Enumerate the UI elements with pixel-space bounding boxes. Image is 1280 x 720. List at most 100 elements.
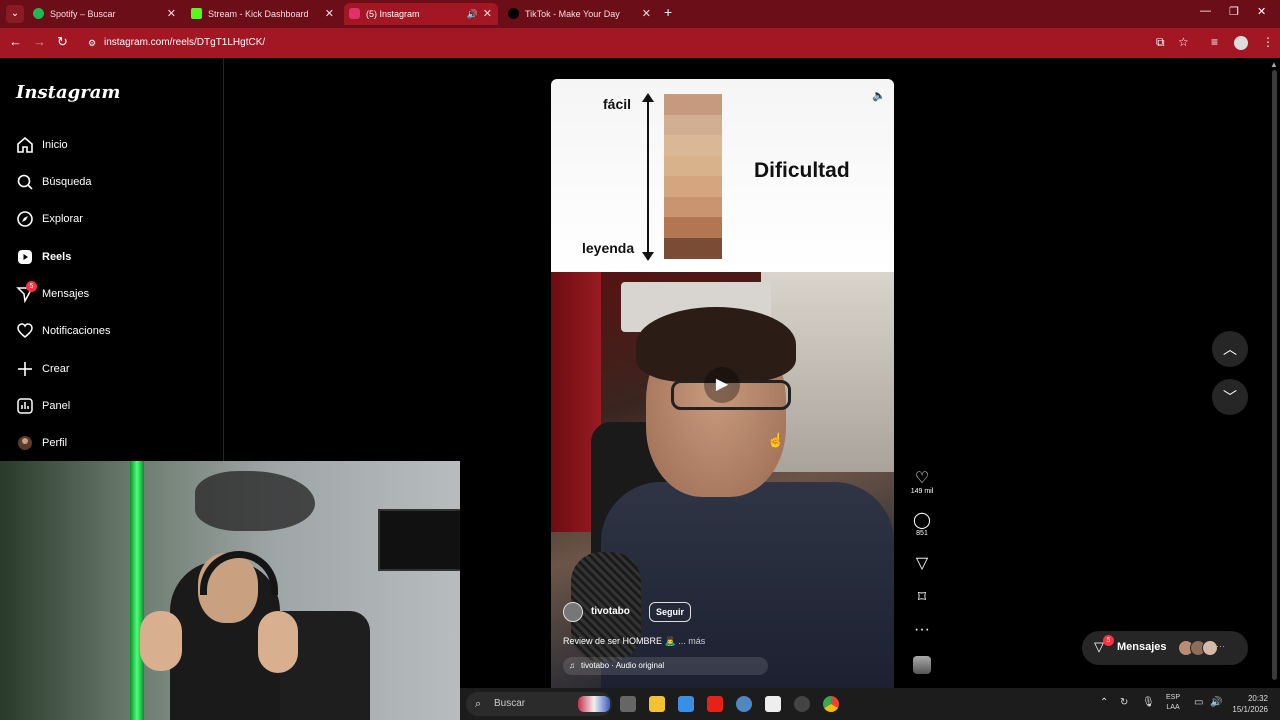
reload-icon[interactable]: ↻ xyxy=(57,34,68,50)
forward-icon[interactable]: → xyxy=(33,34,46,49)
messages-pill[interactable]: ▽ 5 Mensajes ··· xyxy=(1082,631,1248,665)
reel-caption: Review de ser HOMBRE 🙇‍♂️ ... más xyxy=(563,636,705,647)
tiktok-icon xyxy=(508,8,519,19)
tab-instagram[interactable]: (5) Instagram 🔊 ✕ xyxy=(344,3,498,25)
close-window-icon[interactable]: ✕ xyxy=(1257,5,1266,18)
search-highlight-icon[interactable] xyxy=(578,696,610,712)
volume-icon[interactable]: 🔊 xyxy=(1210,697,1222,708)
close-icon[interactable]: ✕ xyxy=(642,3,651,25)
sidebar-item-label: Mensajes xyxy=(42,288,90,300)
previous-reel-button[interactable]: ︿ xyxy=(1212,331,1248,367)
sidebar-item-reels[interactable]: Reels xyxy=(16,248,216,272)
search-icon xyxy=(17,174,33,190)
microphone-icon[interactable]: 🎙 xyxy=(1142,697,1155,708)
sidebar-item-label: Perfil xyxy=(42,437,68,449)
site-info-icon[interactable]: ⚙ xyxy=(88,32,96,54)
tab-tiktok[interactable]: TikTok - Make Your Day ✕ xyxy=(503,3,657,25)
tab-kick[interactable]: Stream - Kick Dashboard ✕ xyxy=(186,3,340,25)
taskbar-search[interactable]: ⌕ Buscar xyxy=(466,692,612,716)
kick-icon xyxy=(191,8,202,19)
follow-button[interactable]: Seguir xyxy=(649,602,692,622)
audio-link[interactable]: ♫ tivotabo · Audio original xyxy=(563,657,768,675)
obs-icon[interactable] xyxy=(794,696,810,712)
media-control-icon[interactable]: ≡ xyxy=(1211,35,1218,49)
speaker-icon[interactable]: 🔊 xyxy=(467,3,478,25)
new-tab-icon[interactable]: + xyxy=(664,4,672,20)
settings-icon[interactable] xyxy=(736,696,752,712)
store-icon[interactable] xyxy=(678,696,694,712)
language-indicator[interactable]: ESP LAA xyxy=(1166,693,1180,713)
reel-video[interactable]: ▶ ☝ tivotabo Seguir Review de ser HOMBRE… xyxy=(551,272,894,688)
profile-avatar[interactable] xyxy=(1234,36,1248,50)
music-note-icon: ♫ xyxy=(569,661,575,670)
task-view-icon[interactable] xyxy=(620,696,636,712)
author-name[interactable]: tivotabo xyxy=(591,606,630,617)
next-reel-button[interactable]: ﹀ xyxy=(1212,379,1248,415)
tab-spotify[interactable]: Spotify – Buscar ✕ xyxy=(28,3,182,25)
avatar[interactable] xyxy=(563,602,583,622)
sidebar-item-inicio[interactable]: Inicio xyxy=(16,136,216,160)
send-icon: ▽ xyxy=(915,555,929,572)
sidebar-item-crear[interactable]: Crear xyxy=(16,360,216,384)
overlay-title: Dificultad xyxy=(754,159,850,182)
network-icon[interactable]: ▭ xyxy=(1194,697,1203,708)
reel-player[interactable]: fácil leyenda Dificultad 🔈 ▶ ☝ tivotabo xyxy=(551,79,894,688)
sidebar-item-label: Notificaciones xyxy=(42,325,111,337)
instagram-icon xyxy=(349,8,360,19)
sidebar-item-notificaciones[interactable]: Notificaciones xyxy=(16,322,216,346)
capcut-icon[interactable] xyxy=(765,696,781,712)
compass-icon xyxy=(17,211,33,227)
tab-title: Stream - Kick Dashboard xyxy=(208,9,309,19)
hand-cursor-icon: ☝ xyxy=(767,432,785,448)
sidebar-item-busqueda[interactable]: Búsqueda xyxy=(16,173,216,197)
youtube-icon[interactable] xyxy=(707,696,723,712)
sidebar-item-label: Crear xyxy=(42,363,70,375)
webcam-streamer-hand xyxy=(140,611,182,671)
tab-title: (5) Instagram xyxy=(366,9,420,19)
sidebar-item-explorar[interactable]: Explorar xyxy=(16,210,216,234)
clock[interactable]: 20:32 15/1/2026 xyxy=(1228,693,1268,715)
sidebar-item-panel[interactable]: Panel xyxy=(16,397,216,421)
skin-tone-swatch xyxy=(664,114,722,136)
sync-icon[interactable]: ↻ xyxy=(1120,697,1128,708)
save-button[interactable]: ⌑ xyxy=(908,587,936,606)
more-options-button[interactable]: ··· xyxy=(908,621,936,639)
skin-tone-swatch xyxy=(664,94,722,115)
scrollbar[interactable] xyxy=(1272,70,1277,680)
overlay-easy-label: fácil xyxy=(603,96,632,112)
instagram-logo[interactable]: Instagram xyxy=(16,82,120,103)
tab-title: TikTok - Make Your Day xyxy=(525,9,620,19)
sidebar-item-mensajes[interactable]: 5 Mensajes xyxy=(16,281,216,309)
close-icon[interactable]: ✕ xyxy=(325,3,334,25)
comment-button[interactable]: ◯ 851 xyxy=(908,510,936,537)
audio-thumbnail[interactable] xyxy=(913,656,931,674)
restore-icon[interactable]: ❐ xyxy=(1229,5,1239,18)
scroll-up-icon[interactable]: ▲ xyxy=(1270,60,1278,69)
difficulty-overlay: fácil leyenda Dificultad 🔈 xyxy=(551,79,894,272)
install-app-icon[interactable]: ⧉ xyxy=(1156,35,1165,50)
close-icon[interactable]: ✕ xyxy=(167,3,176,25)
address-bar[interactable]: ⚙ instagram.com/reels/DTgT1LHgtCK/ xyxy=(86,32,1146,54)
sidebar-item-label: Panel xyxy=(42,400,71,412)
bookmark-icon: ⌑ xyxy=(917,589,927,606)
difficulty-axis xyxy=(647,99,649,257)
minimize-icon[interactable]: — xyxy=(1200,5,1211,17)
webcam-monitor xyxy=(378,509,460,571)
chrome-icon[interactable] xyxy=(823,696,839,712)
file-explorer-icon[interactable] xyxy=(649,696,665,712)
volume-icon[interactable]: 🔈 xyxy=(872,89,886,102)
clock-time: 20:32 xyxy=(1247,694,1268,703)
more-link[interactable]: ... más xyxy=(678,636,705,646)
like-button[interactable]: ♡ 149 mil xyxy=(908,468,936,495)
search-icon: ⌕ xyxy=(475,698,482,710)
back-icon[interactable]: ← xyxy=(9,34,22,49)
play-icon[interactable]: ▶ xyxy=(704,367,740,403)
sidebar-item-perfil[interactable]: Perfil xyxy=(16,434,216,458)
menu-dots-icon[interactable]: ⋮ xyxy=(1262,35,1274,49)
tray-chevron-icon[interactable]: ⌃ xyxy=(1100,697,1108,708)
close-icon[interactable]: ✕ xyxy=(483,3,492,25)
bookmark-star-icon[interactable]: ☆ xyxy=(1178,35,1189,49)
share-button[interactable]: ▽ xyxy=(908,553,936,572)
tab-search-menu-button[interactable]: ⌄ xyxy=(6,5,24,23)
language-code: ESP xyxy=(1166,694,1181,701)
